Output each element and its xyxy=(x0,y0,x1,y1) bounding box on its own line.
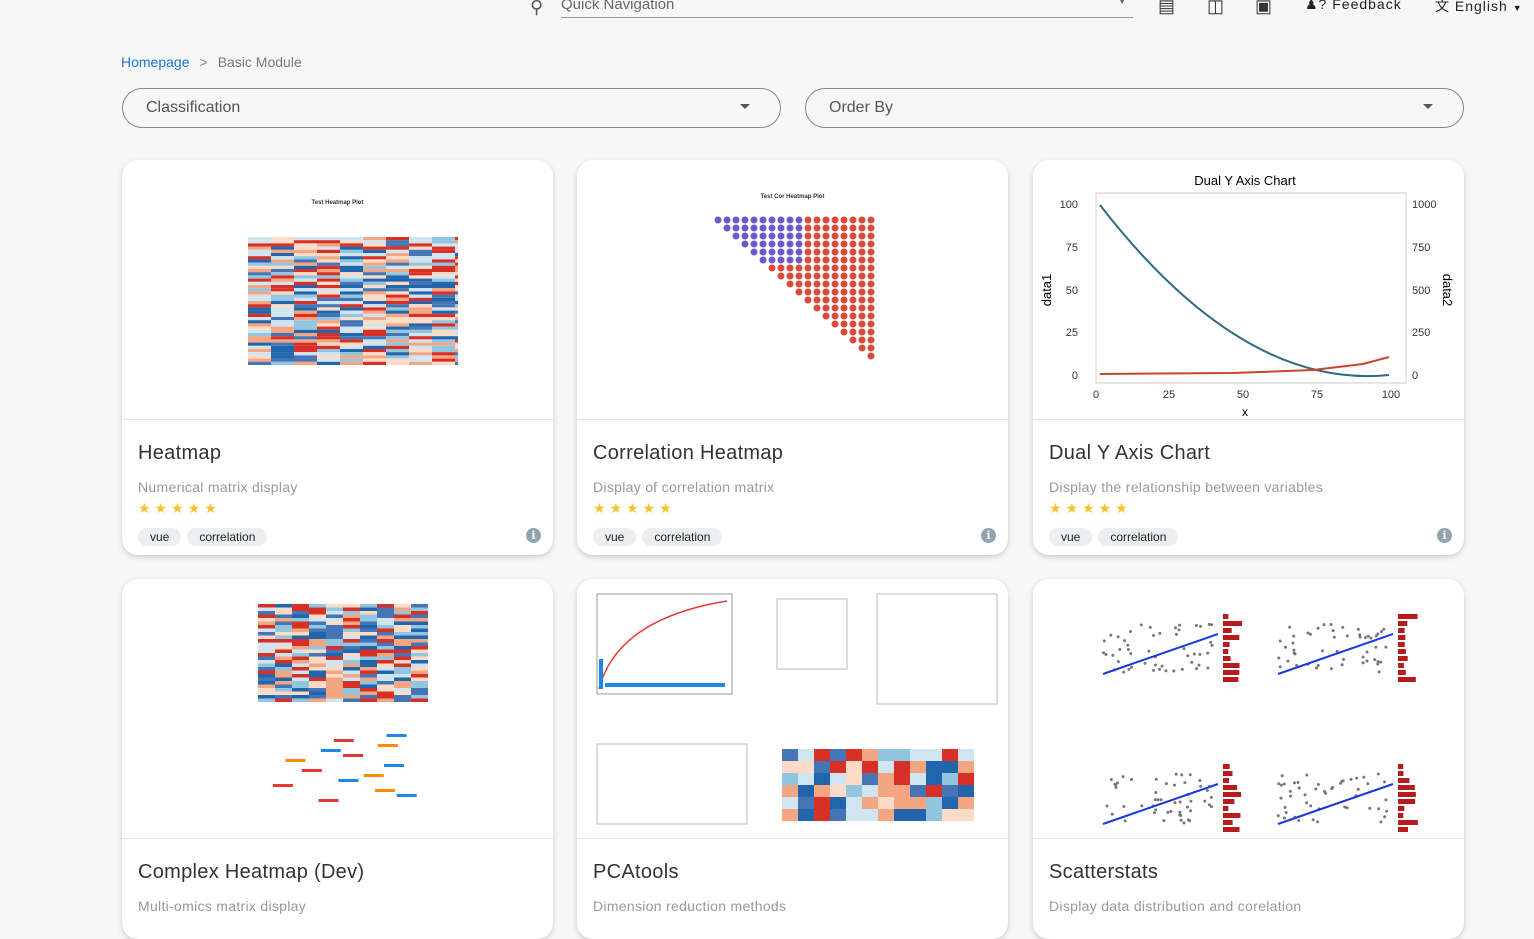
svg-text:50: 50 xyxy=(1066,285,1078,297)
svg-text:0: 0 xyxy=(1072,370,1078,382)
quick-navigation-placeholder: Quick Navigation xyxy=(561,0,675,13)
heatmap-thumbnail: Test Heatmap Plot xyxy=(122,160,553,420)
chevron-down-icon: ▼ xyxy=(1512,3,1523,13)
rating-stars: ★★★★★ xyxy=(1049,500,1132,516)
thumb-title: Test Cor Heatmap Plot xyxy=(760,194,825,200)
tag-chip[interactable]: correlation xyxy=(1098,528,1179,546)
svg-text:1000: 1000 xyxy=(1412,199,1436,211)
svg-text:500: 500 xyxy=(1412,285,1430,297)
card-title: Scatterstats xyxy=(1049,861,1159,883)
svg-text:0: 0 xyxy=(1093,389,1099,401)
person-help-icon: ♟? xyxy=(1305,0,1328,12)
dual-axis-thumbnail: Dual Y Axis Chart 100 75 50 25 0 1000 750 500 2… xyxy=(1033,160,1464,420)
chevron-down-icon xyxy=(740,104,750,109)
svg-text:25: 25 xyxy=(1066,327,1078,339)
dual-axis-image: Dual Y Axis Chart 1007550250 10007505002… xyxy=(1039,173,1455,419)
card-description: Display the relationship between variabl… xyxy=(1049,479,1324,495)
svg-text:75: 75 xyxy=(1066,242,1078,254)
card-description: Display data distribution and corelation xyxy=(1049,898,1302,914)
breadcrumb-separator: > xyxy=(199,54,208,70)
svg-text:75: 75 xyxy=(1311,389,1323,401)
card-complex-heatmap[interactable]: Complex Heatmap (Dev) Multi-omics matrix… xyxy=(122,579,553,939)
rating-stars: ★★★★★ xyxy=(138,500,221,516)
svg-text:25: 25 xyxy=(1163,389,1175,401)
rating-stars: ★★★★★ xyxy=(593,500,676,516)
tag-chip[interactable]: vue xyxy=(593,528,637,546)
plot-frame xyxy=(1095,192,1407,383)
card-description: Display of correlation matrix xyxy=(593,479,775,495)
svg-text:250: 250 xyxy=(1412,327,1430,339)
tag-chip[interactable]: correlation xyxy=(642,528,723,546)
card-correlation-heatmap[interactable]: Test Cor Heatmap Plot Correlation Heatma… xyxy=(577,160,1008,555)
chevron-down-icon: ▼ xyxy=(1117,0,1127,7)
translate-icon: 文 xyxy=(1435,0,1450,14)
card-scatterstats[interactable]: Scatterstats Display data distribution a… xyxy=(1033,579,1464,939)
tag-chip[interactable]: correlation xyxy=(187,528,268,546)
card-heatmap[interactable]: Test Heatmap Plot Heatmap Numerical matr… xyxy=(122,160,553,555)
card-pcatools[interactable]: PCAtools Dimension reduction methods xyxy=(577,579,1008,939)
x-axis-label: x xyxy=(1242,405,1248,419)
top-bar: ⚲ Quick Navigation ▼ ▤ ◫ ▣ ♟? Feedback 文 … xyxy=(0,0,1534,20)
data1-line xyxy=(1099,203,1390,377)
scatterstats-thumbnail xyxy=(1033,579,1464,839)
card-description: Multi-omics matrix display xyxy=(138,898,307,914)
heatmap-image xyxy=(247,236,458,365)
card-description: Dimension reduction methods xyxy=(593,898,787,914)
complex-heatmap-image xyxy=(257,603,428,802)
breadcrumb-current: Basic Module xyxy=(217,54,302,70)
svg-text:100: 100 xyxy=(1382,389,1400,401)
card-title: Heatmap xyxy=(138,442,222,464)
chat-icon[interactable]: ▤ xyxy=(1158,0,1175,17)
feedback-label: Feedback xyxy=(1332,0,1402,12)
breadcrumb-home[interactable]: Homepage xyxy=(121,54,190,70)
svg-text:50: 50 xyxy=(1237,389,1249,401)
classification-select[interactable]: Classification xyxy=(122,88,781,128)
y2-axis-label: data2 xyxy=(1440,273,1455,306)
classification-label: Classification xyxy=(146,99,241,116)
thumb-title: Dual Y Axis Chart xyxy=(1194,173,1296,188)
language-label: English xyxy=(1454,0,1508,14)
language-button[interactable]: 文 English ▼ xyxy=(1435,0,1523,16)
tag-chip[interactable]: vue xyxy=(1049,528,1093,546)
tag-chip[interactable]: vue xyxy=(138,528,182,546)
info-icon[interactable]: i xyxy=(1437,528,1452,543)
svg-text:750: 750 xyxy=(1412,242,1430,254)
card-title: Complex Heatmap (Dev) xyxy=(138,861,365,883)
svg-text:0: 0 xyxy=(1412,370,1418,382)
feedback-button[interactable]: ♟? Feedback xyxy=(1305,0,1402,13)
card-description: Numerical matrix display xyxy=(138,479,298,495)
card-title: Correlation Heatmap xyxy=(593,442,784,464)
y1-axis-label: data1 xyxy=(1039,273,1054,306)
correlation-image xyxy=(714,216,874,359)
scatterstats-image xyxy=(1102,613,1418,832)
data2-line xyxy=(1099,355,1390,375)
svg-text:100: 100 xyxy=(1060,199,1078,211)
chevron-down-icon xyxy=(1423,104,1433,109)
discord-icon[interactable]: ▣ xyxy=(1255,0,1272,17)
card-title: PCAtools xyxy=(593,861,679,883)
correlation-heatmap-thumbnail: Test Cor Heatmap Plot xyxy=(577,160,1008,420)
breadcrumb: Homepage > Basic Module xyxy=(121,54,302,70)
order-by-label: Order By xyxy=(829,99,894,116)
document-search-icon[interactable]: ◫ xyxy=(1207,0,1224,17)
pcatools-thumbnail xyxy=(577,579,1008,839)
card-dual-y-axis-chart[interactable]: Dual Y Axis Chart 100 75 50 25 0 1000 750 500 2… xyxy=(1033,160,1464,555)
tick-labels: 1007550250 10007505002500 0 25 50 75 100 xyxy=(1060,199,1437,401)
card-title: Dual Y Axis Chart xyxy=(1049,442,1211,464)
search-icon: ⚲ xyxy=(530,0,544,17)
thumb-title: Test Heatmap Plot xyxy=(311,200,364,206)
complex-heatmap-thumbnail xyxy=(122,579,553,839)
info-icon[interactable]: i xyxy=(526,528,541,543)
order-by-select[interactable]: Order By xyxy=(805,88,1464,128)
quick-navigation-input[interactable]: Quick Navigation ▼ xyxy=(561,0,1133,18)
pcatools-image xyxy=(596,593,998,824)
info-icon[interactable]: i xyxy=(981,528,996,543)
